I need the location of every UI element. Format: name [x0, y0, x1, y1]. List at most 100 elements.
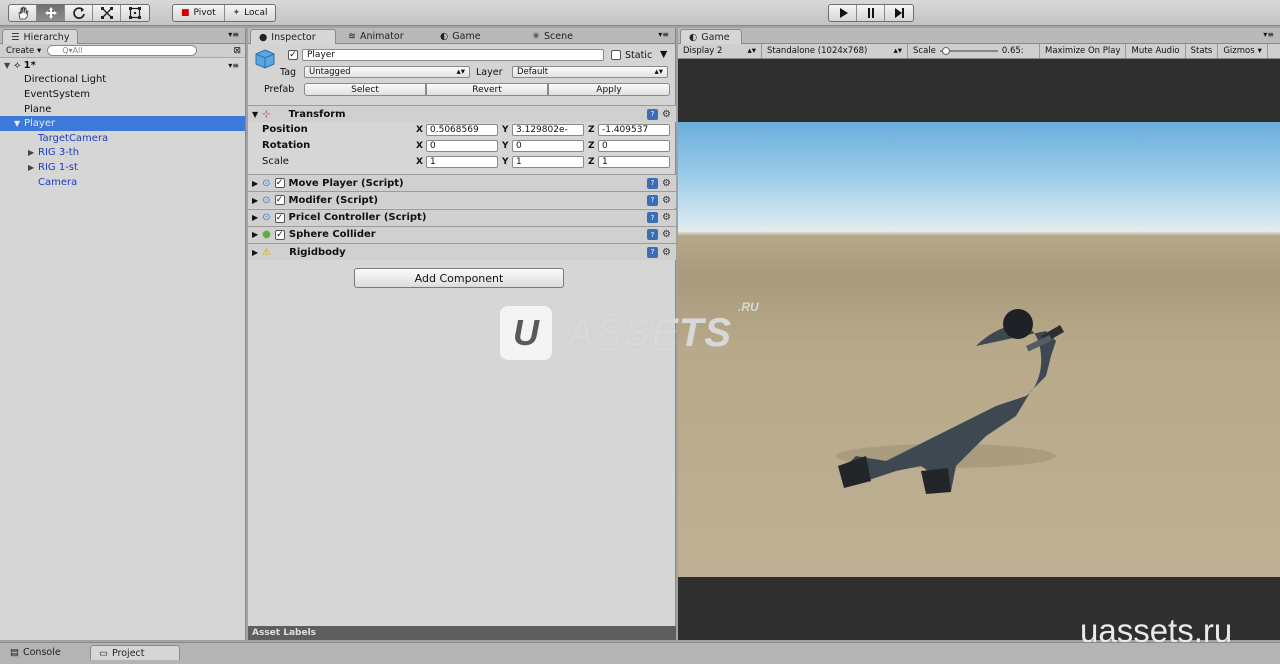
display-dropdown[interactable]: Display 2 ▴▾ — [678, 44, 762, 58]
axis-x-label[interactable]: X — [416, 141, 423, 151]
transform-rotation-z-field[interactable]: 0 — [598, 140, 670, 152]
gear-icon[interactable]: ⚙ — [661, 109, 672, 120]
tab-project[interactable]: ▭ Project — [90, 645, 180, 660]
help-book-icon[interactable]: ? — [647, 108, 658, 120]
active-checkbox[interactable]: ✓ — [288, 50, 298, 60]
transform-position-y-field[interactable]: 3.129802e- — [512, 124, 584, 136]
hierarchy-item[interactable]: EventSystem — [0, 87, 245, 102]
prefab-apply-button[interactable]: Apply — [548, 83, 670, 96]
component-enabled-checkbox[interactable]: ✓ — [274, 212, 285, 223]
expand-arrow-icon[interactable]: ▶ — [28, 163, 38, 172]
prefab-revert-button[interactable]: Revert — [426, 83, 548, 96]
scale-slider-knob[interactable] — [941, 47, 950, 55]
axis-z-label[interactable]: Z — [588, 157, 595, 167]
component-header[interactable]: ▶ ⊙ ✓ Move Player (Script)? ⚙ — [248, 174, 676, 191]
gear-icon[interactable]: ⚙ — [661, 195, 672, 206]
transform-rotation-x-field[interactable]: 0 — [426, 140, 498, 152]
hand-tool-button[interactable] — [9, 5, 37, 21]
gizmos-dropdown[interactable]: Gizmos ▾ — [1218, 44, 1268, 58]
step-button[interactable] — [885, 5, 913, 21]
gear-icon[interactable]: ⚙ — [661, 212, 672, 223]
axis-y-label[interactable]: Y — [502, 157, 509, 167]
pause-button[interactable] — [857, 5, 885, 21]
transform-scale-z-field[interactable]: 1 — [598, 156, 670, 168]
tab-hierarchy[interactable]: ☰ Hierarchy — [2, 29, 79, 44]
layer-dropdown[interactable]: Default ▴▾ — [512, 66, 668, 78]
component-header[interactable]: ▶ ⊙ ✓ Modifer (Script)? ⚙ — [248, 191, 676, 209]
tab-console[interactable]: ▤ Console — [2, 645, 69, 660]
transform-scale-x-field[interactable]: 1 — [426, 156, 498, 168]
axis-z-label[interactable]: Z — [588, 141, 595, 151]
scene-menu-icon[interactable]: ▾≡ — [228, 61, 239, 70]
expand-arrow-icon[interactable]: ▼ — [4, 61, 14, 70]
object-name-field[interactable]: Player — [302, 49, 604, 61]
hierarchy-item[interactable]: ▼ Player — [0, 116, 245, 131]
axis-z-label[interactable]: Z — [588, 125, 595, 135]
component-enabled-checkbox[interactable]: ✓ — [274, 229, 285, 240]
stats-toggle[interactable]: Stats — [1186, 44, 1219, 58]
expand-arrow-icon[interactable]: ▶ — [252, 179, 258, 188]
tag-dropdown[interactable]: Untagged ▴▾ — [304, 66, 470, 78]
expand-arrow-icon[interactable]: ▶ — [28, 148, 38, 157]
component-header[interactable]: ▶ ⊙ ✓ Pricel Controller (Script)? ⚙ — [248, 208, 676, 226]
hierarchy-item[interactable]: ▶ RIG 1-st — [0, 160, 245, 175]
hierarchy-item[interactable]: TargetCamera — [0, 131, 245, 146]
help-book-icon[interactable]: ? — [647, 194, 658, 206]
static-checkbox[interactable] — [611, 50, 621, 60]
transform-rotation-y-field[interactable]: 0 — [512, 140, 584, 152]
play-button[interactable] — [829, 5, 857, 21]
component-enabled-checkbox[interactable]: ✓ — [274, 178, 285, 188]
expand-arrow-icon[interactable]: ▼ — [14, 119, 24, 128]
hierarchy-item[interactable]: Camera — [0, 175, 245, 190]
gear-icon[interactable]: ⚙ — [661, 178, 672, 189]
transform-header[interactable]: ▼ ⊹ Transform ? ⚙ — [248, 105, 676, 122]
scene-row[interactable]: ▼ ⟡ 1* ▾≡ — [0, 58, 245, 73]
expand-arrow-icon[interactable]: ▶ — [252, 230, 258, 239]
hierarchy-item[interactable]: ▶ RIG 3-th — [0, 146, 245, 161]
component-header[interactable]: ▶ ⚠ Rigidbody? ⚙ — [248, 243, 676, 261]
resolution-dropdown[interactable]: Standalone (1024x768) ▴▾ — [762, 44, 908, 58]
axis-y-label[interactable]: Y — [502, 141, 509, 151]
gear-icon[interactable]: ⚙ — [661, 247, 672, 258]
expand-arrow-icon[interactable]: ▶ — [252, 213, 258, 222]
expand-arrow-icon[interactable]: ▼ — [252, 110, 258, 119]
panel-menu-icon[interactable]: ▾≡ — [1263, 30, 1274, 39]
help-book-icon[interactable]: ? — [647, 246, 658, 258]
tab-game-small[interactable]: ◐ Game — [432, 29, 489, 44]
asset-labels-bar[interactable]: Asset Labels — [248, 626, 676, 640]
maximize-on-play-toggle[interactable]: Maximize On Play — [1040, 44, 1127, 58]
move-tool-button[interactable] — [37, 5, 65, 21]
prefab-select-button[interactable]: Select — [304, 83, 426, 96]
transform-position-x-field[interactable]: 0.5068569 — [426, 124, 498, 136]
transform-scale-y-field[interactable]: 1 — [512, 156, 584, 168]
axis-y-label[interactable]: Y — [502, 125, 509, 135]
tab-inspector[interactable]: ● Inspector — [250, 29, 336, 44]
create-button[interactable]: Create ▾ — [4, 46, 43, 56]
lock-icon[interactable]: ⊠ — [233, 46, 241, 56]
help-book-icon[interactable]: ? — [647, 177, 658, 189]
hierarchy-item[interactable]: Plane — [0, 102, 245, 117]
scale-slider[interactable] — [939, 47, 998, 55]
tab-game[interactable]: ◐ Game — [680, 29, 742, 44]
panel-menu-icon[interactable]: ▾≡ — [228, 30, 239, 39]
help-book-icon[interactable]: ? — [647, 212, 658, 224]
game-viewport[interactable] — [678, 59, 1280, 640]
panel-menu-icon[interactable]: ▾≡ — [658, 30, 669, 39]
scale-tool-button[interactable] — [93, 5, 121, 21]
component-header[interactable]: ▶ ● ✓ Sphere Collider? ⚙ — [248, 225, 676, 243]
tab-animator[interactable]: ≋ Animator — [340, 29, 412, 44]
pivot-toggle[interactable]: ■ Pivot — [173, 5, 225, 21]
axis-x-label[interactable]: X — [416, 157, 423, 167]
tab-scene[interactable]: ✳ Scene — [524, 29, 581, 44]
component-enabled-checkbox[interactable]: ✓ — [274, 195, 285, 206]
help-book-icon[interactable]: ? — [647, 229, 658, 241]
expand-arrow-icon[interactable]: ▶ — [252, 248, 258, 257]
rotate-tool-button[interactable] — [65, 5, 93, 21]
static-dropdown-arrow-icon[interactable]: ▼ — [660, 49, 667, 60]
rect-tool-button[interactable] — [121, 5, 149, 21]
mute-audio-toggle[interactable]: Mute Audio — [1126, 44, 1186, 58]
axis-x-label[interactable]: X — [416, 125, 423, 135]
local-toggle[interactable]: ✦ Local — [225, 5, 276, 21]
gear-icon[interactable]: ⚙ — [661, 229, 672, 240]
hierarchy-item[interactable]: Directional Light — [0, 73, 245, 88]
